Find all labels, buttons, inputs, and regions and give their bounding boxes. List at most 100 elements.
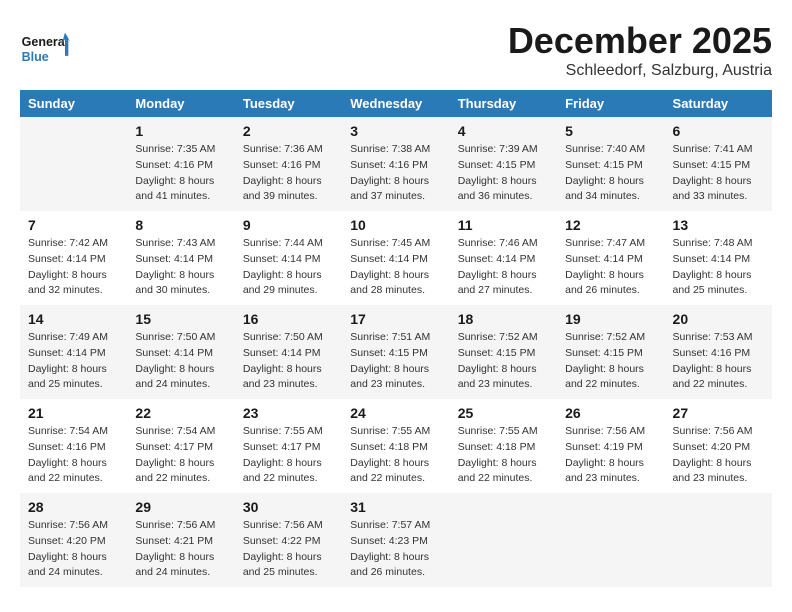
- calendar-header-wednesday: Wednesday: [342, 90, 449, 117]
- calendar-cell: 7 Sunrise: 7:42 AMSunset: 4:14 PMDaylight…: [20, 211, 127, 305]
- day-number: 5: [565, 123, 656, 139]
- day-number: 6: [673, 123, 764, 139]
- calendar-cell: 31 Sunrise: 7:57 AMSunset: 4:23 PMDayligh…: [342, 493, 449, 587]
- day-info: Sunrise: 7:56 AMSunset: 4:19 PMDaylight:…: [565, 424, 656, 487]
- day-info: Sunrise: 7:40 AMSunset: 4:15 PMDaylight:…: [565, 142, 656, 205]
- day-info: Sunrise: 7:42 AMSunset: 4:14 PMDaylight:…: [28, 236, 119, 299]
- calendar-cell: 14 Sunrise: 7:49 AMSunset: 4:14 PMDayligh…: [20, 305, 127, 399]
- day-info: Sunrise: 7:52 AMSunset: 4:15 PMDaylight:…: [458, 330, 549, 393]
- calendar-header-thursday: Thursday: [450, 90, 557, 117]
- page-header: General Blue December 2025 Schleedorf, S…: [20, 20, 772, 80]
- day-info: Sunrise: 7:50 AMSunset: 4:14 PMDaylight:…: [135, 330, 226, 393]
- calendar-cell: 19 Sunrise: 7:52 AMSunset: 4:15 PMDayligh…: [557, 305, 664, 399]
- day-info: Sunrise: 7:39 AMSunset: 4:15 PMDaylight:…: [458, 142, 549, 205]
- calendar-cell: 9 Sunrise: 7:44 AMSunset: 4:14 PMDaylight…: [235, 211, 342, 305]
- day-info: Sunrise: 7:49 AMSunset: 4:14 PMDaylight:…: [28, 330, 119, 393]
- calendar-cell: 10 Sunrise: 7:45 AMSunset: 4:14 PMDayligh…: [342, 211, 449, 305]
- calendar-cell: 8 Sunrise: 7:43 AMSunset: 4:14 PMDaylight…: [127, 211, 234, 305]
- day-number: 19: [565, 311, 656, 327]
- day-info: Sunrise: 7:50 AMSunset: 4:14 PMDaylight:…: [243, 330, 334, 393]
- day-info: Sunrise: 7:55 AMSunset: 4:18 PMDaylight:…: [350, 424, 441, 487]
- day-number: 20: [673, 311, 764, 327]
- day-info: Sunrise: 7:44 AMSunset: 4:14 PMDaylight:…: [243, 236, 334, 299]
- calendar-header-monday: Monday: [127, 90, 234, 117]
- day-info: Sunrise: 7:56 AMSunset: 4:21 PMDaylight:…: [135, 518, 226, 581]
- day-info: Sunrise: 7:55 AMSunset: 4:18 PMDaylight:…: [458, 424, 549, 487]
- calendar-cell: 12 Sunrise: 7:47 AMSunset: 4:14 PMDayligh…: [557, 211, 664, 305]
- day-number: 30: [243, 499, 334, 515]
- day-number: 11: [458, 217, 549, 233]
- svg-text:General: General: [22, 35, 69, 49]
- logo-svg: General Blue: [20, 25, 70, 75]
- calendar-week-4: 21 Sunrise: 7:54 AMSunset: 4:16 PMDayligh…: [20, 399, 772, 493]
- calendar-cell: 4 Sunrise: 7:39 AMSunset: 4:15 PMDaylight…: [450, 117, 557, 211]
- day-info: Sunrise: 7:57 AMSunset: 4:23 PMDaylight:…: [350, 518, 441, 581]
- day-info: Sunrise: 7:48 AMSunset: 4:14 PMDaylight:…: [673, 236, 764, 299]
- calendar-cell: [557, 493, 664, 587]
- day-number: 23: [243, 405, 334, 421]
- day-number: 15: [135, 311, 226, 327]
- day-number: 22: [135, 405, 226, 421]
- calendar-cell: 6Sunrise: 7:41 AMSunset: 4:15 PMDaylight…: [665, 117, 772, 211]
- day-info: Sunrise: 7:55 AMSunset: 4:17 PMDaylight:…: [243, 424, 334, 487]
- day-info: Sunrise: 7:53 AMSunset: 4:16 PMDaylight:…: [673, 330, 764, 393]
- calendar-cell: 27 Sunrise: 7:56 AMSunset: 4:20 PMDayligh…: [665, 399, 772, 493]
- day-number: 2: [243, 123, 334, 139]
- day-number: 7: [28, 217, 119, 233]
- day-info: Sunrise: 7:52 AMSunset: 4:15 PMDaylight:…: [565, 330, 656, 393]
- calendar-cell: 3Sunrise: 7:38 AMSunset: 4:16 PMDaylight…: [342, 117, 449, 211]
- day-info: Sunrise: 7:46 AMSunset: 4:14 PMDaylight:…: [458, 236, 549, 299]
- day-number: 21: [28, 405, 119, 421]
- calendar-cell: 26 Sunrise: 7:56 AMSunset: 4:19 PMDayligh…: [557, 399, 664, 493]
- calendar-cell: 17Sunrise: 7:51 AMSunset: 4:15 PMDayligh…: [342, 305, 449, 399]
- day-number: 25: [458, 405, 549, 421]
- day-info: Sunrise: 7:36 AMSunset: 4:16 PMDaylight:…: [243, 142, 334, 205]
- calendar-cell: 13 Sunrise: 7:48 AMSunset: 4:14 PMDayligh…: [665, 211, 772, 305]
- calendar-cell: 29 Sunrise: 7:56 AMSunset: 4:21 PMDayligh…: [127, 493, 234, 587]
- day-number: 16: [243, 311, 334, 327]
- day-number: 9: [243, 217, 334, 233]
- calendar-header-tuesday: Tuesday: [235, 90, 342, 117]
- day-number: 12: [565, 217, 656, 233]
- day-number: 26: [565, 405, 656, 421]
- day-number: 13: [673, 217, 764, 233]
- day-info: Sunrise: 7:56 AMSunset: 4:20 PMDaylight:…: [673, 424, 764, 487]
- calendar-cell: 2 Sunrise: 7:36 AMSunset: 4:16 PMDaylight…: [235, 117, 342, 211]
- calendar-header-row: SundayMondayTuesdayWednesdayThursdayFrid…: [20, 90, 772, 117]
- title-area: December 2025 Schleedorf, Salzburg, Aust…: [508, 20, 772, 80]
- calendar-header-saturday: Saturday: [665, 90, 772, 117]
- calendar-week-1: 1Sunrise: 7:35 AMSunset: 4:16 PMDaylight…: [20, 117, 772, 211]
- calendar-cell: 16 Sunrise: 7:50 AMSunset: 4:14 PMDayligh…: [235, 305, 342, 399]
- calendar-cell: 23 Sunrise: 7:55 AMSunset: 4:17 PMDayligh…: [235, 399, 342, 493]
- svg-text:Blue: Blue: [22, 50, 49, 64]
- calendar-cell: 5 Sunrise: 7:40 AMSunset: 4:15 PMDaylight…: [557, 117, 664, 211]
- day-info: Sunrise: 7:54 AMSunset: 4:17 PMDaylight:…: [135, 424, 226, 487]
- calendar-cell: [20, 117, 127, 211]
- day-info: Sunrise: 7:56 AMSunset: 4:22 PMDaylight:…: [243, 518, 334, 581]
- day-number: 10: [350, 217, 441, 233]
- location-title: Schleedorf, Salzburg, Austria: [508, 62, 772, 80]
- calendar-cell: 18Sunrise: 7:52 AMSunset: 4:15 PMDayligh…: [450, 305, 557, 399]
- day-number: 28: [28, 499, 119, 515]
- day-info: Sunrise: 7:45 AMSunset: 4:14 PMDaylight:…: [350, 236, 441, 299]
- day-number: 8: [135, 217, 226, 233]
- day-number: 14: [28, 311, 119, 327]
- day-number: 24: [350, 405, 441, 421]
- calendar-week-3: 14 Sunrise: 7:49 AMSunset: 4:14 PMDayligh…: [20, 305, 772, 399]
- calendar-cell: 21 Sunrise: 7:54 AMSunset: 4:16 PMDayligh…: [20, 399, 127, 493]
- day-info: Sunrise: 7:43 AMSunset: 4:14 PMDaylight:…: [135, 236, 226, 299]
- calendar-cell: 22 Sunrise: 7:54 AMSunset: 4:17 PMDayligh…: [127, 399, 234, 493]
- calendar-cell: 20 Sunrise: 7:53 AMSunset: 4:16 PMDayligh…: [665, 305, 772, 399]
- day-number: 27: [673, 405, 764, 421]
- day-info: Sunrise: 7:47 AMSunset: 4:14 PMDaylight:…: [565, 236, 656, 299]
- day-info: Sunrise: 7:54 AMSunset: 4:16 PMDaylight:…: [28, 424, 119, 487]
- day-number: 29: [135, 499, 226, 515]
- logo: General Blue: [20, 25, 70, 75]
- calendar-week-2: 7 Sunrise: 7:42 AMSunset: 4:14 PMDaylight…: [20, 211, 772, 305]
- day-number: 31: [350, 499, 441, 515]
- calendar-cell: [665, 493, 772, 587]
- calendar-cell: 25 Sunrise: 7:55 AMSunset: 4:18 PMDayligh…: [450, 399, 557, 493]
- day-number: 4: [458, 123, 549, 139]
- calendar-cell: [450, 493, 557, 587]
- calendar-header-friday: Friday: [557, 90, 664, 117]
